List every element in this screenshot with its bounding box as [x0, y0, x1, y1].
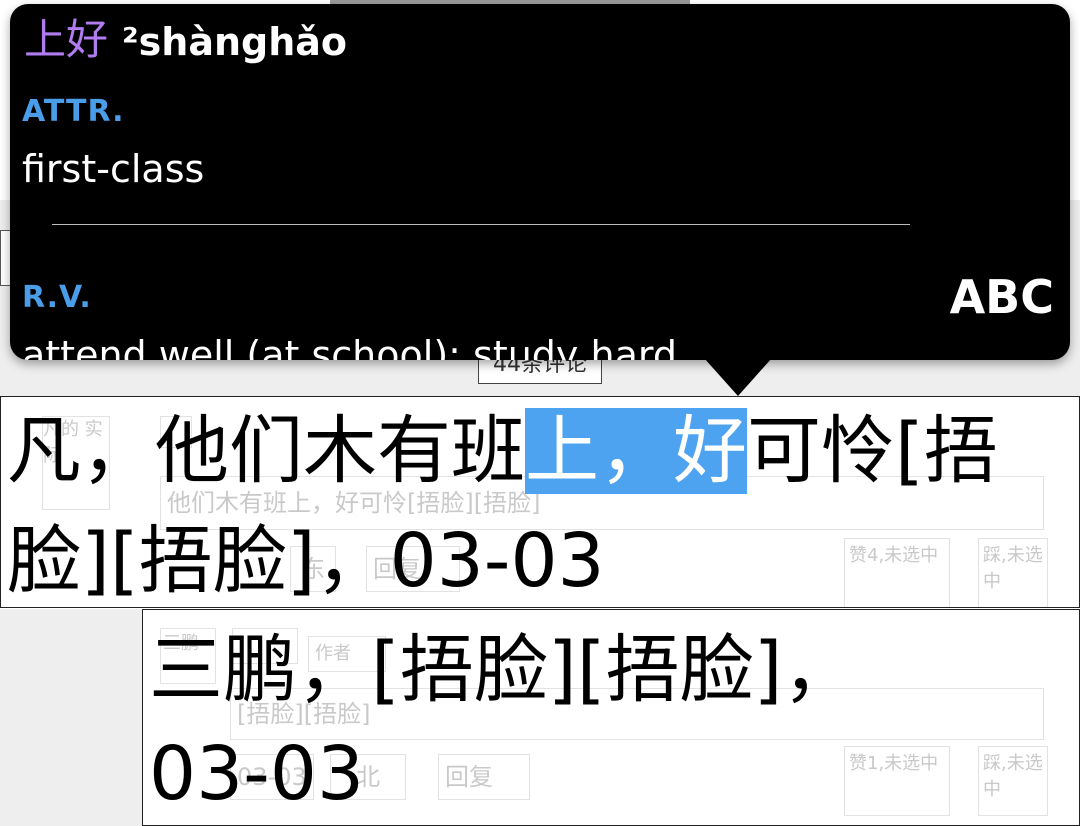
magnified-comment-1[interactable]: 凡，他们木有班上，好可怜[捂 脸][捂脸]，03-03	[0, 396, 1080, 608]
sense1-part-of-speech: ATTR.	[22, 94, 125, 129]
magnified-comment-2[interactable]: 三鹏，[捂脸][捂脸]， 03-03	[142, 609, 1080, 826]
sense1-definition: first-class	[22, 147, 205, 191]
magnified-line-2: 03-03	[149, 731, 365, 817]
dictionary-popup[interactable]: 上好 ²shànghǎo ATTR. first-class R.V. atte…	[10, 4, 1070, 360]
left-gutter	[0, 609, 142, 826]
headword-hanzi: 上好	[24, 15, 109, 64]
headword-pinyin: ²shànghǎo	[122, 20, 348, 64]
magnified-line-1: 三鹏，[捂脸][捂脸]，	[149, 627, 857, 713]
selected-word-highlight[interactable]: 上，好	[525, 408, 747, 494]
magnified-text-before: 凡，他们木有班	[7, 408, 525, 494]
popup-pointer-arrow	[704, 358, 772, 396]
sense2-definition: attend well (at school); study hard	[22, 333, 677, 360]
magnified-line-1: 凡，他们木有班上，好可怜[捂	[7, 401, 998, 501]
magnified-line-2: 脸][捂脸]，03-03	[7, 518, 605, 604]
toggle-pinyin-button[interactable]: ABC	[950, 270, 1054, 324]
magnified-text-after: 可怜[捂	[747, 408, 998, 494]
sense2-part-of-speech: R.V.	[22, 280, 92, 315]
sense-divider	[52, 224, 910, 225]
